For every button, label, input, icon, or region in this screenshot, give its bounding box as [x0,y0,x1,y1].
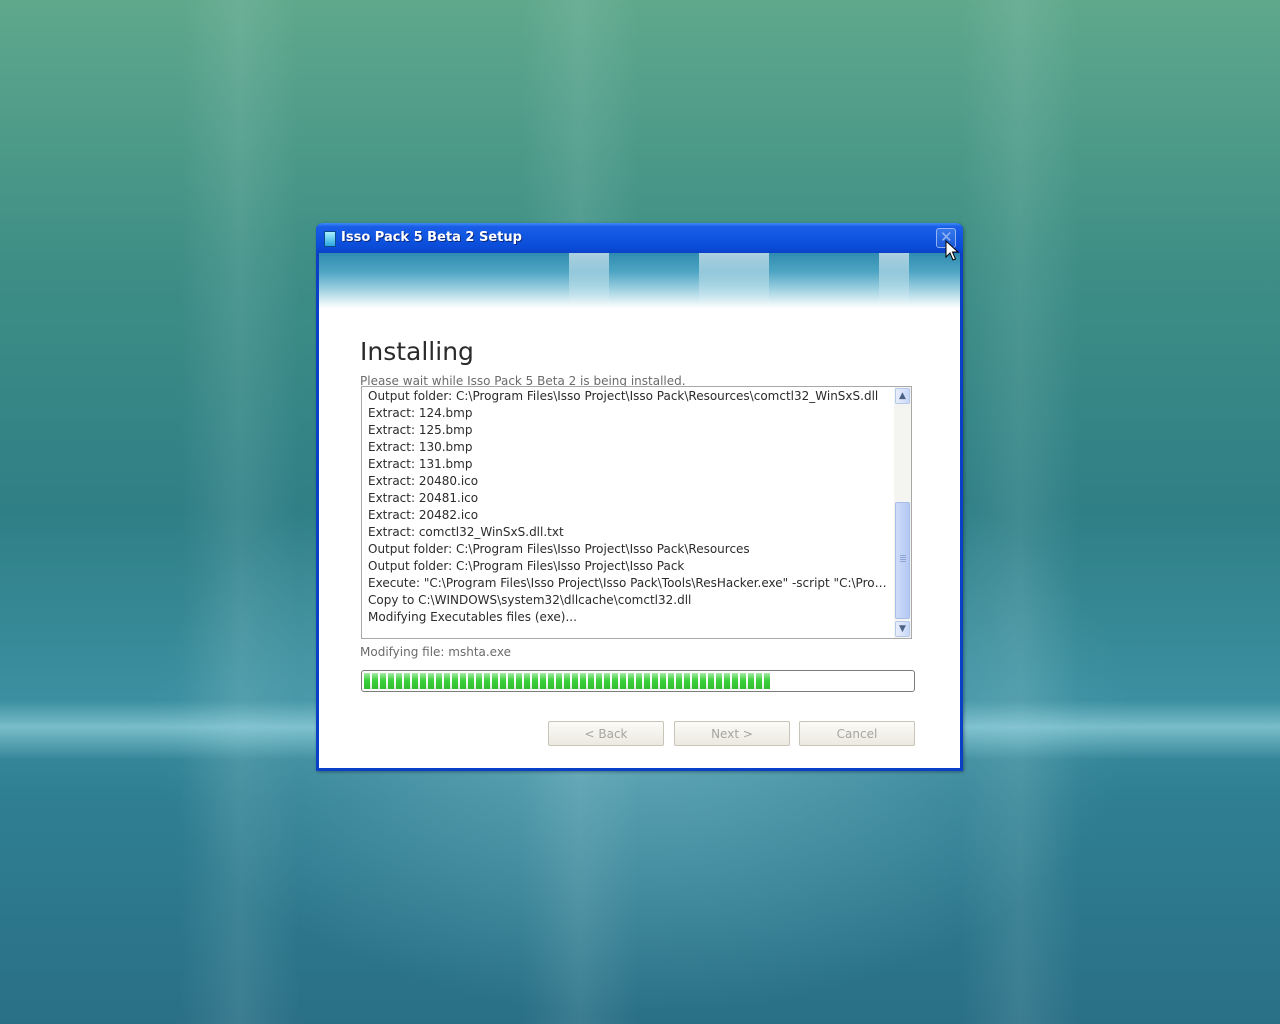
banner-streak [699,253,769,308]
install-log[interactable]: Output folder: C:\Program Files\Isso Pro… [361,386,912,639]
log-line: Extract: 125.bmp [368,423,473,437]
install-log-lines: Output folder: C:\Program Files\Isso Pro… [368,388,893,636]
cancel-button[interactable]: Cancel [799,721,915,746]
wizard-content: Installing Please wait while Isso Pack 5… [319,253,960,768]
status-text: Modifying file: mshta.exe [360,645,511,659]
log-line: Copy to C:\WINDOWS\system32\dllcache\com… [368,593,692,607]
log-line: Extract: 20481.ico [368,491,479,505]
log-line: Extract: 131.bmp [368,457,473,471]
installer-icon [324,231,336,247]
scroll-up-button[interactable]: ▲ [895,388,910,404]
mouse-cursor-icon [945,240,959,261]
scroll-down-button[interactable]: ▼ [895,621,910,637]
progress-bar [361,670,915,692]
title-bar[interactable]: Isso Pack 5 Beta 2 Setup ✕ [316,223,963,253]
log-line: Output folder: C:\Program Files\Isso Pro… [368,542,750,556]
page-title: Installing [360,337,474,366]
next-button[interactable]: Next > [674,721,790,746]
setup-window: Isso Pack 5 Beta 2 Setup ✕ Installing Pl… [316,223,963,771]
window-title: Isso Pack 5 Beta 2 Setup [341,230,522,245]
log-line: Output folder: C:\Program Files\Isso Pro… [368,559,685,573]
log-line: Execute: "C:\Program Files\Isso Project\… [368,576,893,590]
log-scrollbar[interactable]: ▲ ▼ [894,387,911,638]
log-line: Extract: comctl32_WinSxS.dll.txt [368,525,564,539]
banner-streak [569,253,609,308]
header-banner-image [319,253,960,308]
log-line: Extract: 20482.ico [368,508,479,522]
background-light-ray [960,0,1080,1024]
scroll-thumb[interactable] [895,502,910,619]
log-line: Extract: 124.bmp [368,406,473,420]
grip-icon [900,555,906,563]
background-light-ray [180,0,300,1024]
log-line: Extract: 20480.ico [368,474,479,488]
log-line: Extract: 130.bmp [368,440,473,454]
banner-streak [879,253,909,308]
back-button[interactable]: < Back [548,721,664,746]
progress-fill [364,673,770,689]
log-line: Modifying Executables files (exe)... [368,610,577,624]
chevron-up-icon: ▲ [899,391,906,401]
log-line: Output folder: C:\Program Files\Isso Pro… [368,389,879,403]
chevron-down-icon: ▼ [899,624,906,634]
